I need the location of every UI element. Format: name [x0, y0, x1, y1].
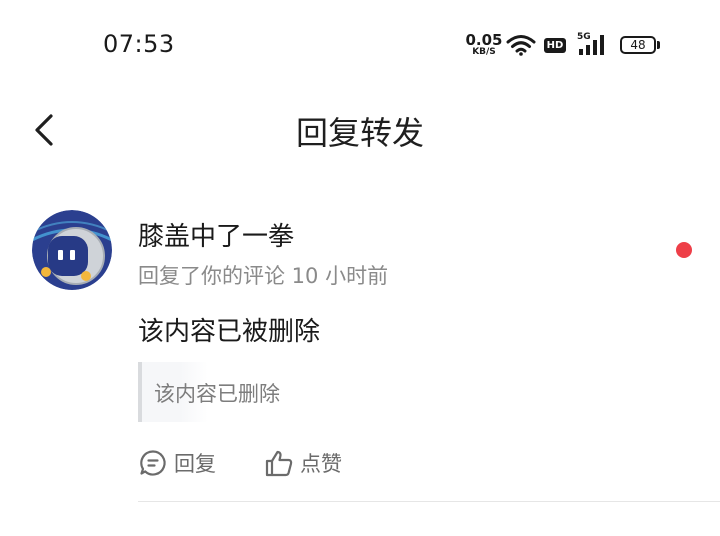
network-speed-value: 0.05 — [465, 31, 503, 49]
status-time: 07:53 — [103, 30, 175, 58]
wifi-icon — [506, 35, 536, 56]
comment-meta: 回复了你的评论 10 小时前 — [138, 264, 389, 288]
thumbs-up-icon — [265, 450, 293, 477]
quoted-comment-text: 该内容已删除 — [154, 382, 280, 406]
unread-dot — [676, 242, 692, 258]
cellular-signal-icon: 5G — [577, 32, 605, 57]
page-title: 回复转发 — [295, 114, 424, 152]
comment-icon — [140, 450, 166, 476]
comment-content[interactable]: 该内容已被删除 — [138, 311, 320, 348]
divider — [138, 501, 720, 502]
reply-button[interactable]: 回复 — [138, 448, 216, 478]
battery-cap — [657, 41, 660, 49]
network-speed: 0.05 KB/S — [464, 31, 504, 58]
like-button[interactable]: 点赞 — [264, 448, 342, 478]
hd-badge: HD — [544, 38, 566, 53]
like-label: 点赞 — [300, 452, 342, 476]
battery-icon: 48 — [620, 36, 656, 54]
avatar[interactable] — [32, 210, 112, 290]
quote-bar — [138, 362, 142, 422]
reply-label: 回复 — [174, 452, 216, 476]
user-name[interactable]: 膝盖中了一拳 — [138, 216, 294, 253]
